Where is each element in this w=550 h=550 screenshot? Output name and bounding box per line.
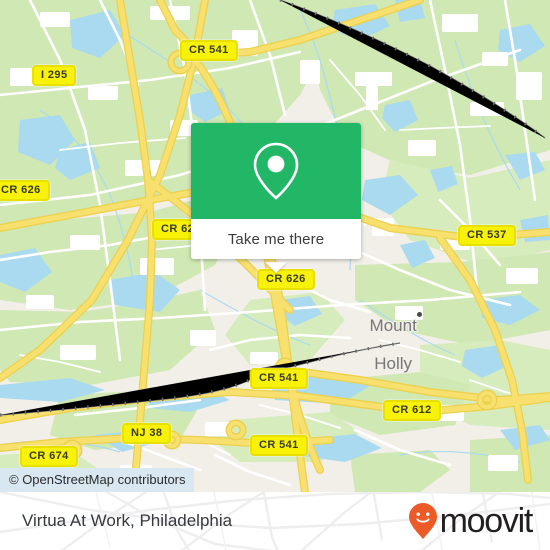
city-label-line2: Holly [374,354,413,373]
take-me-there-popup[interactable]: Take me there [191,123,361,259]
road-shield[interactable]: I 295 [32,65,77,86]
road-shield[interactable]: CR 626 [0,180,50,201]
osm-attribution[interactable]: © OpenStreetMap contributors [0,468,194,492]
popup-action-area[interactable]: Take me there [191,219,361,259]
place-title: Virtua At Work, Philadelphia [22,511,233,530]
road-shield[interactable]: CR 541 [250,435,308,456]
moovit-wordmark: moovit [439,502,534,540]
city-label-mount-holly: Mount Holly [334,297,424,392]
popup-pointer [265,262,287,273]
moovit-brand[interactable]: moovit [408,502,534,540]
map-canvas[interactable]: .grn{fill:#cfe8b4} .grn2{fill:#d6ecbd} .… [0,0,550,492]
city-label-line1: Mount [369,316,417,335]
take-me-there-label: Take me there [227,230,325,248]
popup-icon-area [191,123,361,219]
road-shield[interactable]: NJ 38 [122,423,172,444]
road-shield[interactable]: CR 537 [458,225,516,246]
moovit-pin-icon [408,503,437,539]
footer-bar: Virtua At Work, Philadelphia moovit [0,492,550,550]
road-shield[interactable]: CR 541 [180,40,238,61]
road-shield[interactable]: CR 541 [250,368,308,389]
map-pin-icon [253,142,299,200]
city-dot-mount-holly [417,312,422,317]
map-screenshot: .grn{fill:#cfe8b4} .grn2{fill:#d6ecbd} .… [0,0,550,550]
road-shield[interactable]: CR 612 [383,400,441,421]
road-shield[interactable]: CR 674 [20,446,78,467]
